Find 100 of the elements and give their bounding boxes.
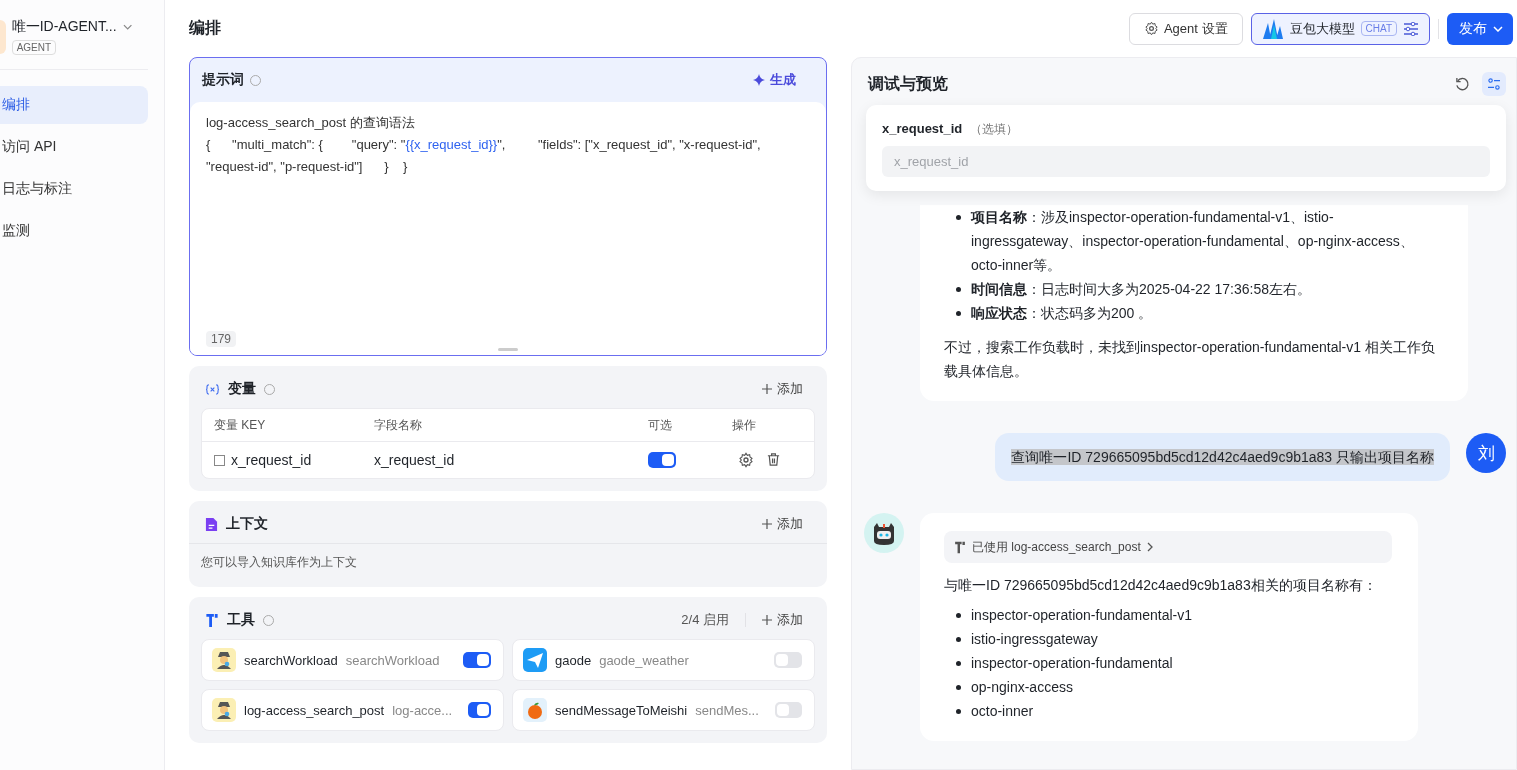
enabled-count: 2/4 启用 (681, 611, 729, 629)
section-title: 上下文 (226, 515, 268, 533)
user-message: 查询唯一ID 729665095bd5cd12d42c4aed9c9b1a83 只输出项目名称 (995, 433, 1450, 481)
optional-note: （选填） (970, 121, 1019, 138)
settings-icon[interactable] (738, 452, 754, 468)
bullet-icon (956, 287, 961, 292)
tool-card[interactable]: gaode gaode_weather (512, 639, 815, 681)
add-button[interactable]: 添加 (762, 515, 803, 533)
bullet-icon (956, 661, 961, 666)
list-item: op-nginx-access (971, 678, 1073, 697)
tool-call-label: 已使用 log-access_search_post (972, 539, 1141, 556)
list-item: inspector-operation-fundamental (971, 654, 1173, 673)
trash-icon[interactable] (766, 452, 781, 467)
optional-toggle[interactable] (648, 451, 676, 468)
tool-name: gaode (555, 652, 592, 668)
tool-name: log-access_search_post (244, 702, 385, 718)
section-title: 提示词 (202, 71, 244, 89)
tool-card[interactable]: log-access_search_post log-acce... (201, 689, 504, 731)
character-count: 179 (206, 331, 237, 347)
list-item: istio-ingressgateway (971, 630, 1098, 649)
plus-icon (762, 615, 772, 625)
table-cell: x_request_id (231, 452, 312, 468)
generate-button[interactable]: 生成 (747, 70, 802, 90)
variable-label: x_request_id (882, 121, 963, 136)
section-title: 工具 (227, 611, 255, 629)
bullet-icon (956, 311, 961, 316)
prompt-text: { "multi_match": { "query": " (206, 137, 406, 152)
chevron-right-icon (1146, 542, 1153, 552)
page-title: 编排 (189, 18, 221, 38)
tool-id: gaode_weather (599, 652, 689, 668)
bullet-icon (956, 637, 961, 642)
gear-icon (1143, 21, 1159, 36)
tool-toggle[interactable] (468, 702, 491, 718)
tool-toggle[interactable] (774, 652, 802, 668)
variable-input[interactable]: x_request_id (882, 146, 1490, 177)
plus-icon (762, 519, 772, 529)
chevron-down-icon[interactable] (122, 24, 132, 30)
tool-id: sendMes... (695, 702, 759, 718)
user-avatar: 刘 (1466, 433, 1506, 473)
bullet-icon (956, 709, 961, 714)
paper-plane-icon (523, 648, 547, 672)
variables-button[interactable] (1482, 72, 1506, 96)
bullet-icon (956, 613, 961, 618)
prompt-editor[interactable]: log-access_search_post 的查询语法 { "multi_match": { "query": "{{x_request_id}}", "fields": ["x_request_id", "x-request-id", "request-id", "p-request-id"] } } 179 (190, 102, 826, 355)
refresh-icon[interactable] (1455, 76, 1470, 92)
tool-id: searchWorkload (345, 652, 440, 668)
tool-icon (954, 540, 966, 554)
add-button[interactable]: 添加 (762, 380, 803, 398)
column-header: 字段名称 (374, 416, 423, 434)
list-item: 时间信息：日志时间大多为2025-04-22 17:36:58左右。 (971, 280, 1311, 299)
prompt-text: "request-id", "p-request-id"] } } (206, 159, 408, 174)
model-selector[interactable]: 豆包大模型 CHAT (1250, 12, 1430, 45)
sidebar-item[interactable]: 编排 (0, 86, 148, 124)
list-item: 响应状态：状态码多为200 。 (971, 304, 1153, 323)
mountain-logo-icon (1261, 18, 1284, 39)
tool-card[interactable]: searchWorkload searchWorkload (201, 639, 504, 681)
detective-icon (212, 648, 236, 672)
chevron-down-icon (1493, 25, 1503, 32)
variable-reference: {{x_request_id}} (405, 137, 498, 152)
plus-icon (762, 384, 772, 394)
tool-toggle[interactable] (774, 702, 802, 718)
sparkle-icon (753, 74, 765, 86)
fruit-icon (523, 698, 547, 722)
publish-button[interactable]: 发布 (1447, 12, 1513, 45)
variable-icon (205, 383, 220, 395)
agent-settings-button[interactable]: Agent 设置 (1128, 12, 1243, 45)
sliders-icon[interactable] (1403, 21, 1419, 36)
table-cell-text: x_request_id (374, 452, 456, 468)
document-icon (205, 516, 218, 532)
tool-call-chip[interactable]: 已使用 log-access_search_post (944, 531, 1392, 563)
sidebar-item[interactable]: 访问 API (0, 128, 148, 166)
tool-icon (205, 612, 219, 628)
resize-handle[interactable] (498, 348, 518, 351)
tool-card[interactable]: sendMessageToMeishi sendMes... (512, 689, 815, 731)
agent-name: 唯一ID-AGENT... (11, 18, 117, 36)
column-header: 变量 KEY (214, 416, 267, 434)
add-button[interactable]: 添加 (762, 611, 803, 629)
list-item: 项目名称：涉及inspector-operation-fundamental-v1、istio-ingressgateway、inspector-operation-fundamental、op-nginx-access、octo-inner等。 (971, 208, 1415, 275)
list-item: inspector-operation-fundamental-v1 (971, 606, 1192, 625)
detective-icon (212, 698, 236, 722)
panel-title: 调试与预览 (868, 73, 948, 94)
tool-toggle[interactable] (463, 652, 491, 668)
agent-tag: AGENT (11, 40, 57, 55)
column-header: 操作 (732, 416, 757, 434)
sidebar-item[interactable]: 日志与标注 (0, 170, 148, 208)
model-tag: CHAT (1360, 21, 1397, 36)
message-text: 不过，搜索工作负载时，未找到inspector-operation-fundamental-v1 相关工作负载具体信息。 (944, 338, 1436, 381)
sliders-icon (1487, 78, 1501, 90)
prompt-text: ", "fields": ["x_request_id", "x-request-id", (497, 137, 761, 152)
bullet-icon (956, 685, 961, 690)
tool-id: log-acce... (392, 702, 453, 718)
prompt-text: log-access_search_post 的查询语法 (206, 115, 415, 130)
bullet-icon (956, 215, 961, 220)
tool-name: searchWorkload (244, 652, 338, 668)
sidebar-item[interactable]: 监测 (0, 212, 148, 250)
context-hint: 您可以导入知识库作为上下文 (201, 554, 358, 571)
agent-avatar (0, 20, 6, 54)
robot-avatar (864, 513, 904, 553)
text-type-icon (214, 454, 225, 466)
model-name: 豆包大模型 (1289, 19, 1355, 38)
